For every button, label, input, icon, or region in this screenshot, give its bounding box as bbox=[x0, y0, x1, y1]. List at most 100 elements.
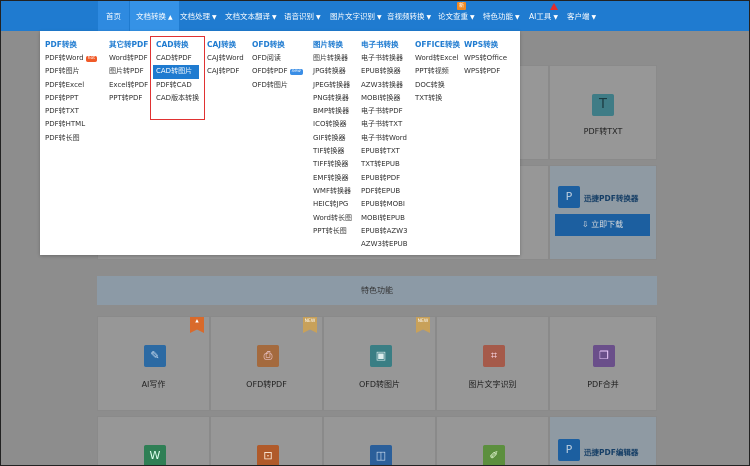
menu-item[interactable]: EPUB转换器 bbox=[361, 65, 408, 78]
feature-card[interactable]: ❐ PDF合并 bbox=[549, 316, 657, 411]
menu-col-office: OFFICE转换 Word转Excel PPT转视频 DOC转换 TXT转换 bbox=[415, 39, 460, 105]
menu-item[interactable]: CAD转PDF bbox=[156, 52, 199, 65]
caret-up-icon: ▲ bbox=[168, 14, 173, 21]
menu-item[interactable]: EPUB转PDF bbox=[361, 172, 408, 185]
menu-item[interactable]: EPUB转MOBI bbox=[361, 198, 408, 211]
feature-card[interactable]: W bbox=[97, 416, 210, 466]
menu-item[interactable]: GIF转换器 bbox=[313, 132, 352, 145]
menu-item[interactable]: 图片转换器 bbox=[313, 52, 352, 65]
menu-item[interactable]: PDF转EPUB bbox=[361, 185, 408, 198]
menu-item[interactable]: MOBI转EPUB bbox=[361, 212, 408, 225]
menu-item[interactable]: HEIC转JPG bbox=[313, 198, 352, 211]
caret-down-icon: ▼ bbox=[377, 14, 382, 21]
menu-item[interactable]: PNG转换器 bbox=[313, 92, 352, 105]
menu-item[interactable]: DOC转换 bbox=[415, 79, 460, 92]
menu-item[interactable]: ICO转换器 bbox=[313, 118, 352, 131]
menu-item[interactable]: 电子书转TXT bbox=[361, 118, 408, 131]
menu-item[interactable]: PDF转CAD bbox=[156, 79, 199, 92]
menu-item[interactable]: BMP转换器 bbox=[313, 105, 352, 118]
promo-title: 迅捷PDF编辑器 bbox=[584, 448, 639, 457]
feature-card[interactable]: ⌗ 图片文字识别 bbox=[436, 316, 549, 411]
menu-item[interactable]: WPS转Office bbox=[464, 52, 507, 65]
section-title: 特色功能 bbox=[361, 286, 393, 295]
menu-item[interactable]: PDF转PPT bbox=[45, 92, 97, 105]
menu-item[interactable]: PDF转长图 bbox=[45, 132, 97, 145]
nav-features[interactable]: 特色功能 ▼ bbox=[483, 0, 520, 31]
download-label: 立即下载 bbox=[591, 220, 624, 229]
menu-item[interactable]: EPUB转AZW3 bbox=[361, 225, 408, 238]
menu-item[interactable]: Word转长图 bbox=[313, 212, 352, 225]
menu-item[interactable]: PPT转视频 bbox=[415, 65, 460, 78]
download-button[interactable]: ⇩ 立即下载 bbox=[555, 214, 650, 236]
menu-item[interactable]: TIF转换器 bbox=[313, 145, 352, 158]
menu-item[interactable]: CAD版本转换 bbox=[156, 92, 199, 105]
menu-item[interactable]: Word转PDF bbox=[109, 52, 148, 65]
nav-label: 文档处理 bbox=[180, 12, 210, 21]
promo-title: 迅捷PDF转换器 bbox=[584, 194, 639, 203]
menu-item[interactable]: PDF转图片 bbox=[45, 65, 97, 78]
menu-item[interactable]: PDF转Word hot bbox=[45, 52, 98, 65]
menu-col-head: 其它转PDF bbox=[109, 40, 149, 49]
menu-item[interactable]: EMF转换器 bbox=[313, 172, 352, 185]
feature-card[interactable]: ✐ bbox=[436, 416, 549, 466]
menu-item[interactable]: OFD转图片 bbox=[252, 79, 303, 92]
nav-client[interactable]: 客户端 ▼ bbox=[567, 0, 596, 31]
menu-item[interactable]: 图片转PDF bbox=[109, 65, 148, 78]
nav-label: 特色功能 bbox=[483, 12, 513, 21]
menu-item[interactable]: 电子书转换器 bbox=[361, 52, 408, 65]
menu-item[interactable]: WPS转PDF bbox=[464, 65, 507, 78]
promo-card[interactable]: P 迅捷PDF转换器 ⇩ 立即下载 bbox=[549, 165, 657, 260]
menu-item[interactable]: JPEG转换器 bbox=[313, 79, 352, 92]
nav-speech[interactable]: 语音识别 ▼ bbox=[284, 0, 321, 31]
feature-card[interactable]: NEW ⎙ OFD转PDF bbox=[210, 316, 323, 411]
nav-translate[interactable]: 文档文本翻译 ▼ bbox=[225, 0, 277, 31]
nav-doc-convert[interactable]: 文档转换 ▲ bbox=[130, 0, 179, 31]
caret-down-icon: ▼ bbox=[272, 14, 277, 21]
menu-item[interactable]: OFD阅读 bbox=[252, 52, 303, 65]
menu-item[interactable]: AZW3转EPUB bbox=[361, 238, 408, 251]
menu-item[interactable]: Word转Excel bbox=[415, 52, 460, 65]
menu-item[interactable]: PPT转PDF bbox=[109, 92, 148, 105]
new-badge: NEW bbox=[416, 317, 430, 333]
menu-item[interactable]: JPG转换器 bbox=[313, 65, 352, 78]
doc-convert-dropdown: PDF转换 PDF转Word hot PDF转图片 PDF转Excel PDF转P… bbox=[40, 31, 520, 255]
menu-item[interactable]: PDF转TXT bbox=[45, 105, 97, 118]
menu-item-selected[interactable]: CAD转图片 bbox=[153, 65, 200, 79]
menu-item[interactable]: OFD转PDF new bbox=[252, 65, 303, 78]
menu-item[interactable]: TXT转换 bbox=[415, 92, 460, 105]
menu-item[interactable]: EPUB转TXT bbox=[361, 145, 408, 158]
feature-card[interactable]: ⊡ bbox=[210, 416, 323, 466]
menu-item[interactable]: TXT转EPUB bbox=[361, 158, 408, 171]
caret-down-icon: ▼ bbox=[470, 14, 475, 21]
feature-card[interactable]: NEW ▣ OFD转图片 bbox=[323, 316, 436, 411]
caret-down-icon: ▼ bbox=[212, 14, 217, 21]
menu-item[interactable]: 电子书转Word bbox=[361, 132, 408, 145]
menu-item[interactable]: PDF转Excel bbox=[45, 79, 97, 92]
nav-doc-process[interactable]: 文档处理 ▼ bbox=[180, 0, 217, 31]
menu-item[interactable]: 电子书转PDF bbox=[361, 105, 408, 118]
caret-down-icon: ▼ bbox=[591, 14, 597, 21]
promo-card[interactable]: P 迅捷PDF编辑器 bbox=[549, 416, 657, 466]
nav-home[interactable]: 首页 bbox=[98, 0, 129, 31]
pdf-to-txt-card[interactable]: T PDF转TXT bbox=[549, 65, 657, 160]
feature-card[interactable]: ▲ ✎ AI写作 bbox=[97, 316, 210, 411]
menu-item[interactable]: Excel转PDF bbox=[109, 79, 148, 92]
menu-item[interactable]: WMF转换器 bbox=[313, 185, 352, 198]
menu-item[interactable]: TIFF转换器 bbox=[313, 158, 352, 171]
menu-col-to-pdf: 其它转PDF Word转PDF 图片转PDF Excel转PDF PPT转PDF bbox=[109, 39, 148, 105]
menu-item[interactable]: AZW3转换器 bbox=[361, 79, 408, 92]
menu-item[interactable]: CAJ转Word bbox=[207, 52, 244, 65]
feature-card[interactable]: ◫ bbox=[323, 416, 436, 466]
menu-item[interactable]: CAJ转PDF bbox=[207, 65, 244, 78]
hot-indicator-icon bbox=[550, 3, 558, 10]
nav-ocr[interactable]: 图片文字识别 ▼ bbox=[330, 0, 382, 31]
nav-av[interactable]: 音视频转换 ▼ bbox=[387, 0, 431, 31]
nav-label: 音视频转换 bbox=[387, 12, 425, 21]
menu-item[interactable]: PPT转长图 bbox=[313, 225, 352, 238]
menu-item[interactable]: MOBI转换器 bbox=[361, 92, 408, 105]
nav-label: 首页 bbox=[106, 12, 121, 21]
merge-icon: ❐ bbox=[593, 345, 615, 367]
menu-item[interactable]: PDF转HTML bbox=[45, 118, 97, 131]
menu-col-cad: CAD转换 CAD转PDF CAD转图片 PDF转CAD CAD版本转换 bbox=[153, 39, 200, 105]
ofd-icon: ⎙ bbox=[257, 345, 279, 367]
